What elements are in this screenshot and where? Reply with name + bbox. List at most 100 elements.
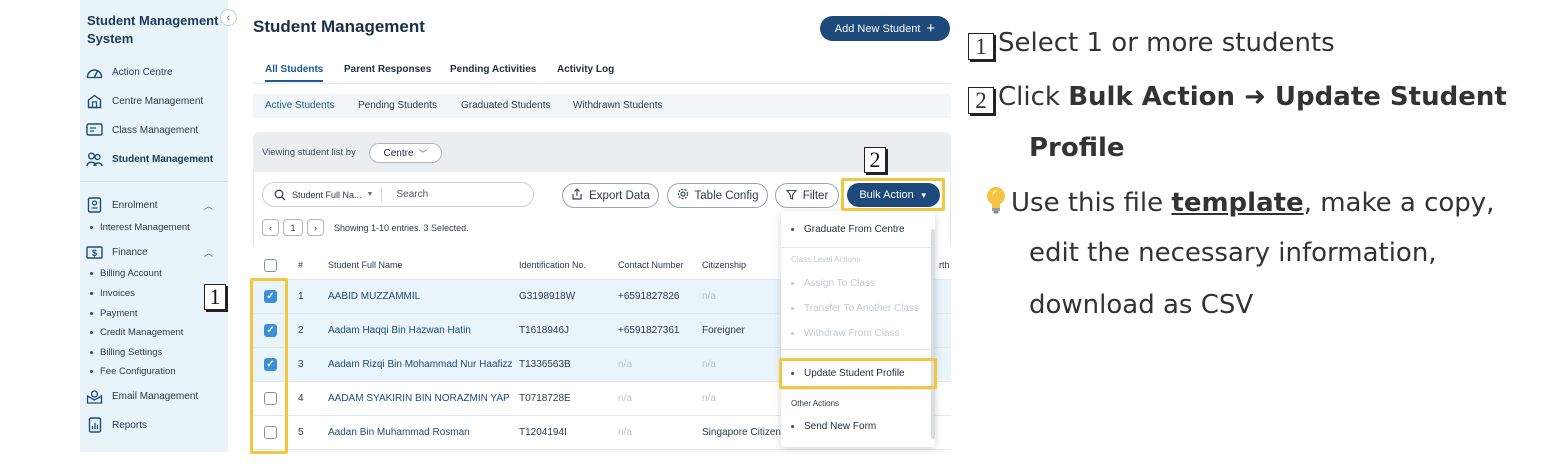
search-bar[interactable]: Student Full Na... ▼ Search: [262, 182, 534, 207]
tip-prefix: Use this file: [1011, 188, 1172, 218]
chevron-down-icon: ﹀: [418, 148, 428, 159]
chevron-up-icon[interactable]: ︿: [204, 246, 213, 259]
student-name-link[interactable]: Aadan Bin Muhammad Rosman: [328, 427, 470, 438]
menu-divider: [781, 349, 931, 350]
contact-number: n/a: [618, 393, 632, 404]
search-input[interactable]: Search: [396, 189, 428, 200]
lightbulb-icon: [984, 185, 1008, 222]
citizenship: n/a: [702, 359, 716, 370]
next-page-button[interactable]: ›: [307, 219, 324, 236]
instruction-step-2: 2 Click Bulk Action ➜ Update Student: [968, 82, 1507, 114]
menu-item-send-new-form[interactable]: Send New Form: [791, 421, 876, 432]
student-name-link[interactable]: AABID MUZZAMMIL: [328, 291, 420, 302]
sidebar-item-enrolment[interactable]: Enrolment: [86, 196, 158, 214]
reports-icon: [86, 417, 103, 433]
menu-divider: [781, 247, 931, 248]
menu-divider: [781, 389, 931, 390]
column-header: #: [298, 260, 304, 270]
menu-item-graduate-from-centre[interactable]: Graduate From Centre: [791, 224, 905, 235]
column-header[interactable]: Contact Number: [618, 260, 684, 270]
step-1-text: Select 1 or more students: [998, 28, 1335, 58]
sidebar-item-action-centre[interactable]: Action Centre: [86, 63, 173, 81]
instruction-tip: Use this file template, make a copy,: [984, 185, 1494, 222]
divider: [381, 187, 383, 202]
pagination: ‹ 1 › Showing 1-10 entries. 3 Selected.: [262, 219, 469, 236]
sidebar-collapse-button[interactable]: ‹: [220, 9, 237, 26]
view-by-value: Centre: [383, 147, 414, 159]
student-name-link[interactable]: Aadam Haqqi Bin Hazwan Hatin: [328, 325, 471, 336]
bulk-action-highlight: [841, 178, 945, 211]
sidebar-item-class-management[interactable]: Class Management: [86, 121, 198, 139]
add-new-student-button[interactable]: Add New Student +: [820, 16, 950, 41]
sidebar-subitem[interactable]: Fee Configuration: [90, 366, 176, 377]
menu-scrollbar[interactable]: [931, 229, 935, 439]
sidebar-subitem[interactable]: Invoices: [90, 288, 135, 299]
sidebar-item-label: Email Management: [112, 390, 199, 402]
subtab-withdrawn-students[interactable]: Withdrawn Students: [573, 100, 663, 111]
tab-pending-activities[interactable]: Pending Activities: [450, 64, 536, 75]
step-2-bold: Bulk Action ➜ Update Student: [1068, 82, 1507, 112]
sidebar-item-label: Class Management: [112, 124, 199, 136]
class-icon: [86, 123, 103, 138]
menu-section-class-level: Class Level Actions: [791, 255, 861, 264]
subtab-active-students[interactable]: Active Students: [265, 100, 334, 111]
instruction-step-2-cont: Profile: [1029, 133, 1125, 163]
identification-no: T1336563B: [519, 359, 571, 370]
tab-activity-log[interactable]: Activity Log: [557, 64, 614, 75]
column-header[interactable]: Student Full Name: [328, 260, 403, 270]
citizenship: Singapore Citizen: [702, 427, 781, 438]
prev-page-button[interactable]: ‹: [262, 219, 279, 236]
view-by-select[interactable]: Centre ﹀: [369, 143, 442, 163]
filter-button[interactable]: Filter: [775, 183, 839, 208]
chevron-up-icon[interactable]: ︿: [204, 199, 213, 212]
export-label: Export Data: [589, 189, 650, 202]
sidebar-item-reports[interactable]: Reports: [86, 416, 147, 434]
filter-label: Filter: [802, 189, 829, 202]
subtab-graduated-students[interactable]: Graduated Students: [461, 100, 551, 111]
step-number-1: 1: [968, 33, 994, 60]
table-config-label: Table Config: [694, 189, 759, 202]
sidebar-subitem[interactable]: Interest Management: [90, 222, 190, 233]
table-config-button[interactable]: Table Config: [667, 183, 768, 208]
sidebar-item-finance[interactable]: $ Finance: [86, 243, 148, 261]
page-number[interactable]: 1: [283, 219, 303, 236]
sub-tabs: Active Students Pending Students Graduat…: [253, 94, 951, 118]
building-icon: [86, 94, 103, 109]
sidebar-item-label: Centre Management: [112, 95, 204, 107]
tip-suffix: , make a copy,: [1303, 188, 1495, 218]
sidebar-item-centre-management[interactable]: Centre Management: [86, 92, 203, 110]
student-name-link[interactable]: AADAM SYAKIRIN BIN NORAZMIN YAP: [328, 393, 510, 404]
view-by-label: Viewing student list by: [262, 147, 356, 158]
step-2-cont: Profile: [1029, 133, 1125, 163]
citizenship: n/a: [702, 393, 716, 404]
column-header[interactable]: rth: [939, 260, 950, 270]
identification-no: G3198918W: [519, 291, 576, 302]
column-header[interactable]: Identification No.: [519, 260, 586, 270]
sidebar-subitem[interactable]: Billing Settings: [90, 347, 162, 358]
export-data-button[interactable]: Export Data: [562, 183, 659, 208]
search-field-select[interactable]: Student Full Na...: [292, 190, 362, 200]
bulk-action-menu: Graduate From Centre Class Level Actions…: [781, 211, 935, 447]
export-icon: [571, 188, 583, 203]
citizenship: Foreigner: [702, 325, 745, 336]
student-name-link[interactable]: Aadam Rizqi Bin Mohammad Nur Haafizz: [328, 359, 513, 370]
tab-parent-responses[interactable]: Parent Responses: [344, 64, 431, 75]
template-link[interactable]: template: [1171, 188, 1303, 218]
view-by-bar: Viewing student list by Centre ﹀: [253, 132, 951, 172]
gear-icon: [677, 188, 689, 203]
sidebar-subitem[interactable]: Payment: [90, 308, 138, 319]
instruction-step-1: 1 Select 1 or more students: [968, 28, 1335, 60]
sidebar-item-email-management[interactable]: Email Management: [86, 387, 198, 405]
select-all-checkbox[interactable]: [264, 259, 277, 272]
subtab-pending-students[interactable]: Pending Students: [358, 100, 437, 111]
sidebar-subitem[interactable]: Billing Account: [90, 268, 162, 279]
sidebar-subitem[interactable]: Credit Management: [90, 327, 183, 338]
column-header[interactable]: Citizenship: [702, 260, 746, 270]
tab-all-students[interactable]: All Students: [265, 64, 324, 82]
sidebar: Student Management System Action Centre …: [80, 0, 228, 452]
contact-number: +6591827361: [618, 325, 680, 336]
main-tabs: All Students Parent Responses Pending Ac…: [253, 58, 951, 84]
sidebar-item-student-management[interactable]: Student Management: [86, 150, 213, 168]
instruction-tip-line-2: edit the necessary information,: [1029, 238, 1437, 268]
sidebar-item-label: Action Centre: [112, 66, 173, 78]
